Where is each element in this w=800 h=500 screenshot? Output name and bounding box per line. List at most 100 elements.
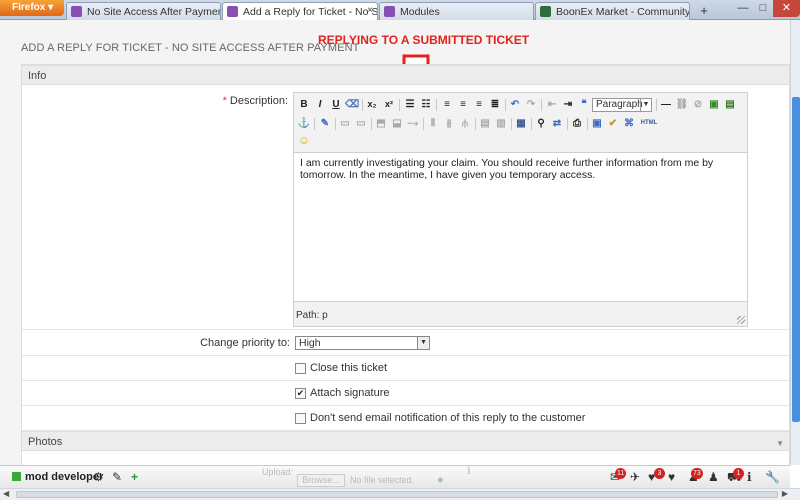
- fullscreen-icon[interactable]: ▣: [590, 117, 604, 130]
- editor-text-area[interactable]: I am currently investigating your claim.…: [294, 152, 747, 302]
- unlink-icon[interactable]: ⊘: [691, 98, 705, 111]
- mail-icon[interactable]: ✉ 11: [610, 468, 627, 483]
- emoticon-icon[interactable]: ☺: [297, 134, 311, 147]
- scroll-left-icon[interactable]: ◀: [3, 489, 9, 498]
- split-cells-icon[interactable]: ▤: [478, 117, 492, 130]
- priority-select[interactable]: High ▼: [295, 336, 430, 350]
- priority-row: Change priority to: High ▼: [22, 330, 789, 356]
- format-select[interactable]: Paragraph ▼: [592, 98, 652, 112]
- favorite-icon[interactable]: ♥: [668, 471, 675, 483]
- table-cell-icon[interactable]: ▭: [354, 117, 368, 130]
- hearts-icon[interactable]: ♥ 3: [648, 468, 665, 483]
- print-icon[interactable]: ⎙: [570, 117, 584, 130]
- indent-icon[interactable]: ⇥: [561, 98, 575, 111]
- toolbar-separator: [335, 118, 336, 130]
- replace-icon[interactable]: ⇄: [550, 117, 564, 130]
- tab-label: BoonEx Market - Community Sof...: [556, 6, 690, 18]
- align-justify-icon[interactable]: ≣: [488, 98, 502, 111]
- no-email-label: Don't send email notification of this re…: [310, 412, 586, 424]
- toolbar-separator: [362, 99, 363, 111]
- info-section-header[interactable]: Info: [22, 65, 789, 85]
- delete-col-icon[interactable]: ⫛: [458, 117, 472, 130]
- horizontal-scrollbar[interactable]: ◀ ▶: [0, 488, 800, 500]
- scroll-right-icon[interactable]: ▶: [782, 489, 788, 498]
- vertical-scrollbar[interactable]: [790, 20, 800, 465]
- add-icon[interactable]: +: [131, 471, 138, 483]
- image-icon[interactable]: ▣: [707, 98, 721, 111]
- vertical-scroll-thumb[interactable]: [792, 97, 800, 422]
- maximize-button[interactable]: □: [753, 0, 773, 17]
- twitter-icon[interactable]: ✈: [630, 471, 640, 483]
- html-source-button[interactable]: HTML: [638, 117, 660, 130]
- underline-button[interactable]: U: [329, 98, 343, 111]
- close-ticket-checkbox[interactable]: [295, 363, 306, 374]
- close-ticket-row: Close this ticket: [22, 356, 789, 381]
- delete-row-icon[interactable]: ⤍: [406, 117, 420, 130]
- close-tab-icon[interactable]: ×: [367, 5, 373, 16]
- edit-source-icon[interactable]: ✎: [318, 117, 332, 130]
- subscript-button[interactable]: x₂: [365, 98, 379, 111]
- tab-label: No Site Access After Payment: [87, 6, 221, 18]
- link-icon[interactable]: ⛓: [675, 98, 689, 111]
- insert-col-before-icon[interactable]: ⫴: [426, 117, 440, 130]
- friends-icon[interactable]: ♟73: [688, 468, 703, 483]
- photos-section-title: Photos: [28, 436, 63, 448]
- window-close-button[interactable]: ✕: [773, 0, 800, 17]
- info-icon[interactable]: ℹ: [747, 471, 752, 483]
- wrench-icon[interactable]: 🔧: [765, 471, 780, 483]
- tab-no-site-access[interactable]: No Site Access After Payment: [66, 2, 221, 20]
- insert-row-before-icon[interactable]: ⬒: [374, 117, 388, 130]
- table-icon[interactable]: ▦: [514, 117, 528, 130]
- add-file-icon[interactable]: ●: [437, 474, 444, 486]
- minimize-button[interactable]: —: [733, 0, 753, 17]
- superscript-button[interactable]: x²: [382, 98, 396, 111]
- annotation-text: REPLYING TO A SUBMITTED TICKET: [318, 33, 530, 47]
- table-props-icon[interactable]: ▭: [338, 117, 352, 130]
- online-status-icon: [12, 472, 21, 481]
- resize-grip-icon[interactable]: [737, 316, 745, 324]
- insert-row-after-icon[interactable]: ⬓: [390, 117, 404, 130]
- site-favicon-icon: [71, 6, 82, 17]
- horizontal-scroll-thumb[interactable]: [16, 491, 778, 498]
- no-email-row: Don't send email notification of this re…: [22, 406, 789, 431]
- redo-icon[interactable]: ↷: [524, 98, 538, 111]
- upload-label: Upload:: [262, 467, 294, 477]
- close-ticket-label: Close this ticket: [310, 362, 388, 374]
- tab-add-reply[interactable]: Add a Reply for Ticket - No Site ... ×: [222, 2, 378, 20]
- description-label: * Description:: [22, 95, 288, 107]
- numbered-list-icon[interactable]: ☷: [419, 98, 433, 111]
- clear-format-icon[interactable]: ⌫: [345, 98, 359, 111]
- cart-icon[interactable]: ⛟1: [727, 468, 744, 483]
- tab-boonex-market[interactable]: BoonEx Market - Community Sof...: [535, 2, 690, 20]
- anchor-icon[interactable]: ⚓: [297, 117, 311, 130]
- photos-section-header[interactable]: Photos ▼: [22, 431, 789, 451]
- attach-signature-checkbox[interactable]: ✔: [295, 388, 306, 399]
- cleanup-icon[interactable]: ⌘: [622, 117, 636, 130]
- bold-button[interactable]: B: [297, 98, 311, 111]
- bullet-list-icon[interactable]: ☰: [403, 98, 417, 111]
- find-icon[interactable]: ⚲: [534, 117, 548, 130]
- outdent-icon[interactable]: ⇤: [545, 98, 559, 111]
- chevron-down-icon: ▼: [776, 439, 784, 448]
- blockquote-icon[interactable]: ❝: [577, 98, 591, 111]
- insert-col-after-icon[interactable]: ⫵: [442, 117, 456, 130]
- info-section-title: Info: [28, 70, 47, 82]
- gear-icon[interactable]: ⚙: [93, 471, 104, 483]
- align-left-icon[interactable]: ≡: [440, 98, 454, 111]
- user-icon[interactable]: ♟: [708, 471, 719, 483]
- undo-icon[interactable]: ↶: [508, 98, 522, 111]
- italic-button[interactable]: I: [313, 98, 327, 111]
- user-name[interactable]: mod developer: [25, 471, 103, 483]
- firefox-menu-button[interactable]: Firefox ▾: [0, 0, 64, 16]
- merge-cells-icon[interactable]: ▥: [494, 117, 508, 130]
- media-icon[interactable]: ▤: [723, 98, 737, 111]
- browse-button[interactable]: Browse...: [297, 474, 345, 487]
- no-email-checkbox[interactable]: [295, 413, 306, 424]
- align-center-icon[interactable]: ≡: [456, 98, 470, 111]
- horizontal-rule-icon[interactable]: —: [659, 98, 673, 111]
- tab-modules[interactable]: Modules: [379, 2, 534, 20]
- spellcheck-icon[interactable]: ✔: [606, 117, 620, 130]
- edit-icon[interactable]: ✎: [112, 471, 122, 483]
- align-right-icon[interactable]: ≡: [472, 98, 486, 111]
- new-tab-button[interactable]: +: [695, 3, 713, 19]
